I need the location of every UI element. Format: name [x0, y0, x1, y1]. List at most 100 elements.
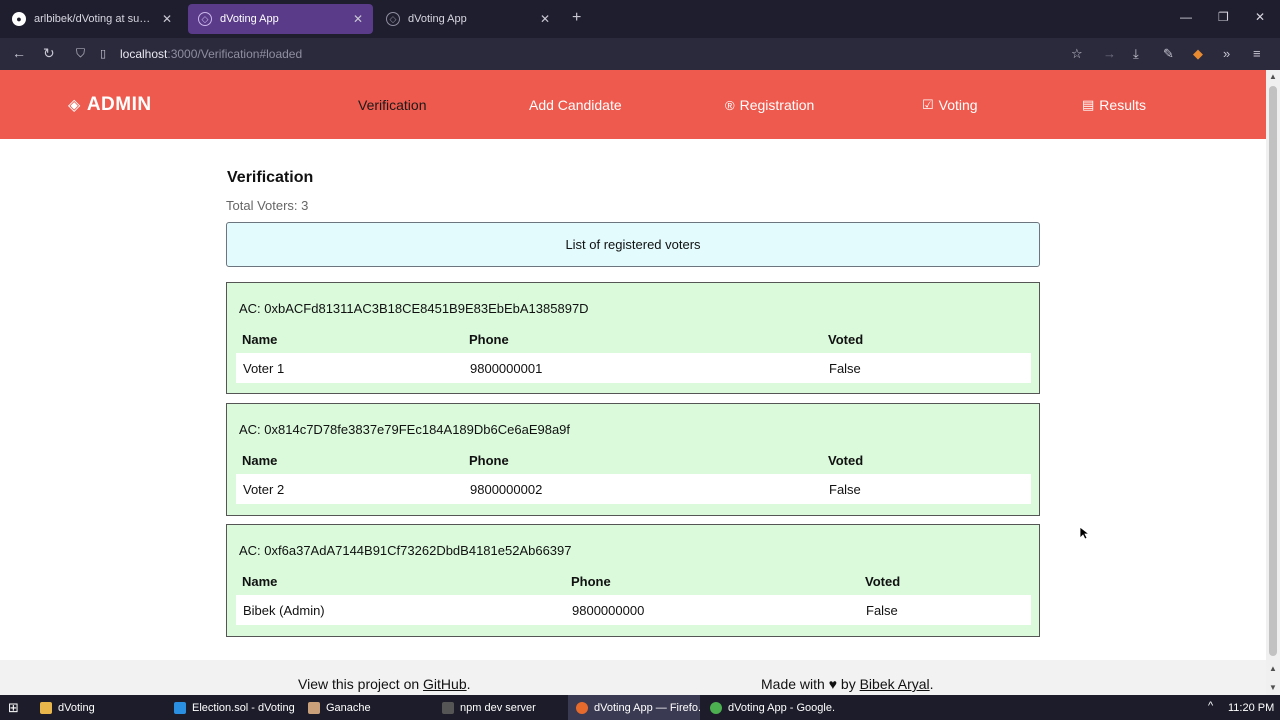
- mouse-cursor-icon: [1079, 526, 1089, 540]
- browser-navbar: ← ↻ ⛉ ▯ localhost:3000/Verification#load…: [0, 38, 1280, 70]
- bookmark-star-icon[interactable]: ☆: [1071, 46, 1083, 62]
- nav-verification[interactable]: Verification: [358, 97, 426, 113]
- author-link[interactable]: Bibek Aryal: [860, 676, 930, 692]
- tab-label: dVoting App: [220, 13, 279, 25]
- vote-icon: ☑: [922, 97, 934, 112]
- list-banner: List of registered voters: [226, 222, 1040, 267]
- brand-label: ADMIN: [86, 94, 152, 115]
- footer-text: .: [929, 676, 934, 692]
- nav-label: Results: [1099, 97, 1146, 113]
- table-row: Bibek (Admin) 9800000000 False: [236, 595, 1031, 625]
- github-icon: ●: [12, 12, 26, 26]
- close-tab-icon[interactable]: ✕: [353, 12, 363, 26]
- forward-icon[interactable]: →: [1103, 46, 1116, 61]
- tab-dvoting-active[interactable]: ◇ dVoting App ✕: [188, 4, 373, 34]
- dvoting-icon: ◇: [198, 12, 212, 26]
- taskbar-item[interactable]: dVoting App - Google...: [702, 695, 836, 720]
- scroll-down-icon[interactable]: ▼: [1266, 683, 1280, 692]
- wrench-icon[interactable]: ✎: [1163, 46, 1174, 62]
- taskbar-item[interactable]: Election.sol - dVoting ...: [166, 695, 296, 720]
- voter-phone: 9800000000: [572, 603, 645, 618]
- github-link[interactable]: GitHub: [423, 676, 467, 692]
- minimize-icon[interactable]: —: [1180, 10, 1192, 24]
- account-address: AC: 0x814c7D78fe3837e79FEc184A189Db6Ce6a…: [239, 422, 571, 437]
- taskbar-label: dVoting: [58, 701, 95, 714]
- nav-results[interactable]: ▤ Results: [1082, 97, 1146, 113]
- header-name: Name: [242, 332, 278, 347]
- new-tab-icon[interactable]: +: [572, 9, 581, 27]
- tab-label: dVoting App: [408, 13, 467, 25]
- taskbar-label: dVoting App - Google...: [728, 701, 836, 714]
- header-phone: Phone: [571, 574, 611, 589]
- vscode-icon: [174, 701, 186, 714]
- registered-icon: ®: [725, 97, 735, 113]
- nav-label: Add Candidate: [529, 97, 622, 113]
- voter-name: Voter 1: [243, 361, 285, 376]
- footer-text: .: [466, 676, 471, 692]
- taskbar-item[interactable]: npm dev server: [434, 695, 564, 720]
- download-icon[interactable]: ⤓: [1133, 46, 1139, 62]
- tab-github[interactable]: ● arlbibek/dVoting at submitted ✕: [2, 4, 182, 34]
- tab-dvoting[interactable]: ◇ dVoting App ✕: [376, 4, 560, 34]
- voter-card: AC: 0xbACFd81311AC3B18CE8451B9E83EbEbA13…: [226, 282, 1040, 394]
- header-name: Name: [242, 574, 278, 589]
- brand-icon: ◈: [68, 97, 81, 114]
- close-window-icon[interactable]: ✕: [1255, 10, 1265, 24]
- voter-voted: False: [829, 482, 861, 497]
- page-title: Verification: [227, 169, 314, 186]
- taskbar-item[interactable]: dVoting: [32, 695, 162, 720]
- nav-label: Voting: [938, 97, 978, 113]
- page-icon[interactable]: ▯: [100, 47, 106, 60]
- nav-label: Registration: [739, 97, 815, 113]
- url-host: localhost: [120, 47, 168, 61]
- total-voters: Total Voters: 3: [226, 198, 309, 213]
- windows-start-icon[interactable]: ⊞: [8, 700, 19, 716]
- close-tab-icon[interactable]: ✕: [162, 12, 172, 26]
- restore-icon[interactable]: ❐: [1218, 10, 1229, 24]
- close-tab-icon[interactable]: ✕: [540, 12, 550, 26]
- taskbar: ⊞ dVoting Election.sol - dVoting ... Gan…: [0, 695, 1280, 720]
- url-bar[interactable]: localhost:3000/Verification#loaded: [120, 47, 302, 61]
- nav-voting[interactable]: ☑ Voting: [922, 97, 978, 113]
- brand[interactable]: ◈ ADMIN: [68, 94, 152, 116]
- taskbar-item[interactable]: Ganache: [300, 695, 430, 720]
- nav-label: Verification: [358, 97, 427, 113]
- shield-icon[interactable]: ⛉: [76, 46, 85, 61]
- voter-card: AC: 0xf6a37AdA7144B91Cf73262DbdB4181e52A…: [226, 524, 1040, 637]
- scroll-up-icon[interactable]: ▲: [1266, 72, 1280, 81]
- header-voted: Voted: [828, 453, 864, 468]
- voter-voted: False: [866, 603, 898, 618]
- browser-tab-strip: ● arlbibek/dVoting at submitted ✕ ◇ dVot…: [0, 0, 1280, 38]
- voter-voted: False: [829, 361, 861, 376]
- header-voted: Voted: [865, 574, 901, 589]
- url-path: :3000/Verification#loaded: [167, 47, 303, 61]
- back-icon[interactable]: ←: [12, 45, 26, 61]
- overflow-icon[interactable]: »: [1223, 46, 1230, 61]
- footer-text: by: [837, 676, 860, 692]
- footer-credit: Made with ♥ by Bibek Aryal.: [761, 676, 934, 692]
- scroll-down-icon[interactable]: ▲: [1266, 664, 1280, 673]
- taskbar-label: Ganache: [326, 701, 371, 714]
- chrome-icon: [710, 701, 722, 714]
- header-phone: Phone: [469, 453, 509, 468]
- footer-github: View this project on GitHub.: [298, 676, 471, 692]
- tray-chevron-icon[interactable]: ^: [1208, 700, 1213, 712]
- account-address: AC: 0xbACFd81311AC3B18CE8451B9E83EbEbA13…: [239, 301, 589, 316]
- nav-add-candidate[interactable]: Add Candidate: [529, 97, 622, 113]
- reload-icon[interactable]: ↻: [43, 45, 55, 62]
- taskbar-item-active[interactable]: dVoting App — Firefo...: [568, 695, 700, 720]
- menu-icon[interactable]: ≡: [1253, 46, 1261, 61]
- taskbar-label: Election.sol - dVoting ...: [192, 701, 296, 714]
- dvoting-icon: ◇: [386, 12, 400, 26]
- metamask-icon[interactable]: ◆: [1193, 46, 1203, 62]
- voter-phone: 9800000001: [470, 361, 543, 376]
- footer-text: View this project on: [298, 676, 424, 692]
- voter-phone: 9800000002: [470, 482, 543, 497]
- list-banner-text: List of registered voters: [565, 237, 701, 252]
- table-row: Voter 1 9800000001 False: [236, 353, 1031, 383]
- scrollbar-thumb[interactable]: [1269, 86, 1277, 656]
- voter-name: Bibek (Admin): [243, 603, 325, 618]
- nav-registration[interactable]: ® Registration: [725, 97, 814, 113]
- header-name: Name: [242, 453, 278, 468]
- footer: View this project on GitHub. Made with ♥…: [0, 660, 1266, 695]
